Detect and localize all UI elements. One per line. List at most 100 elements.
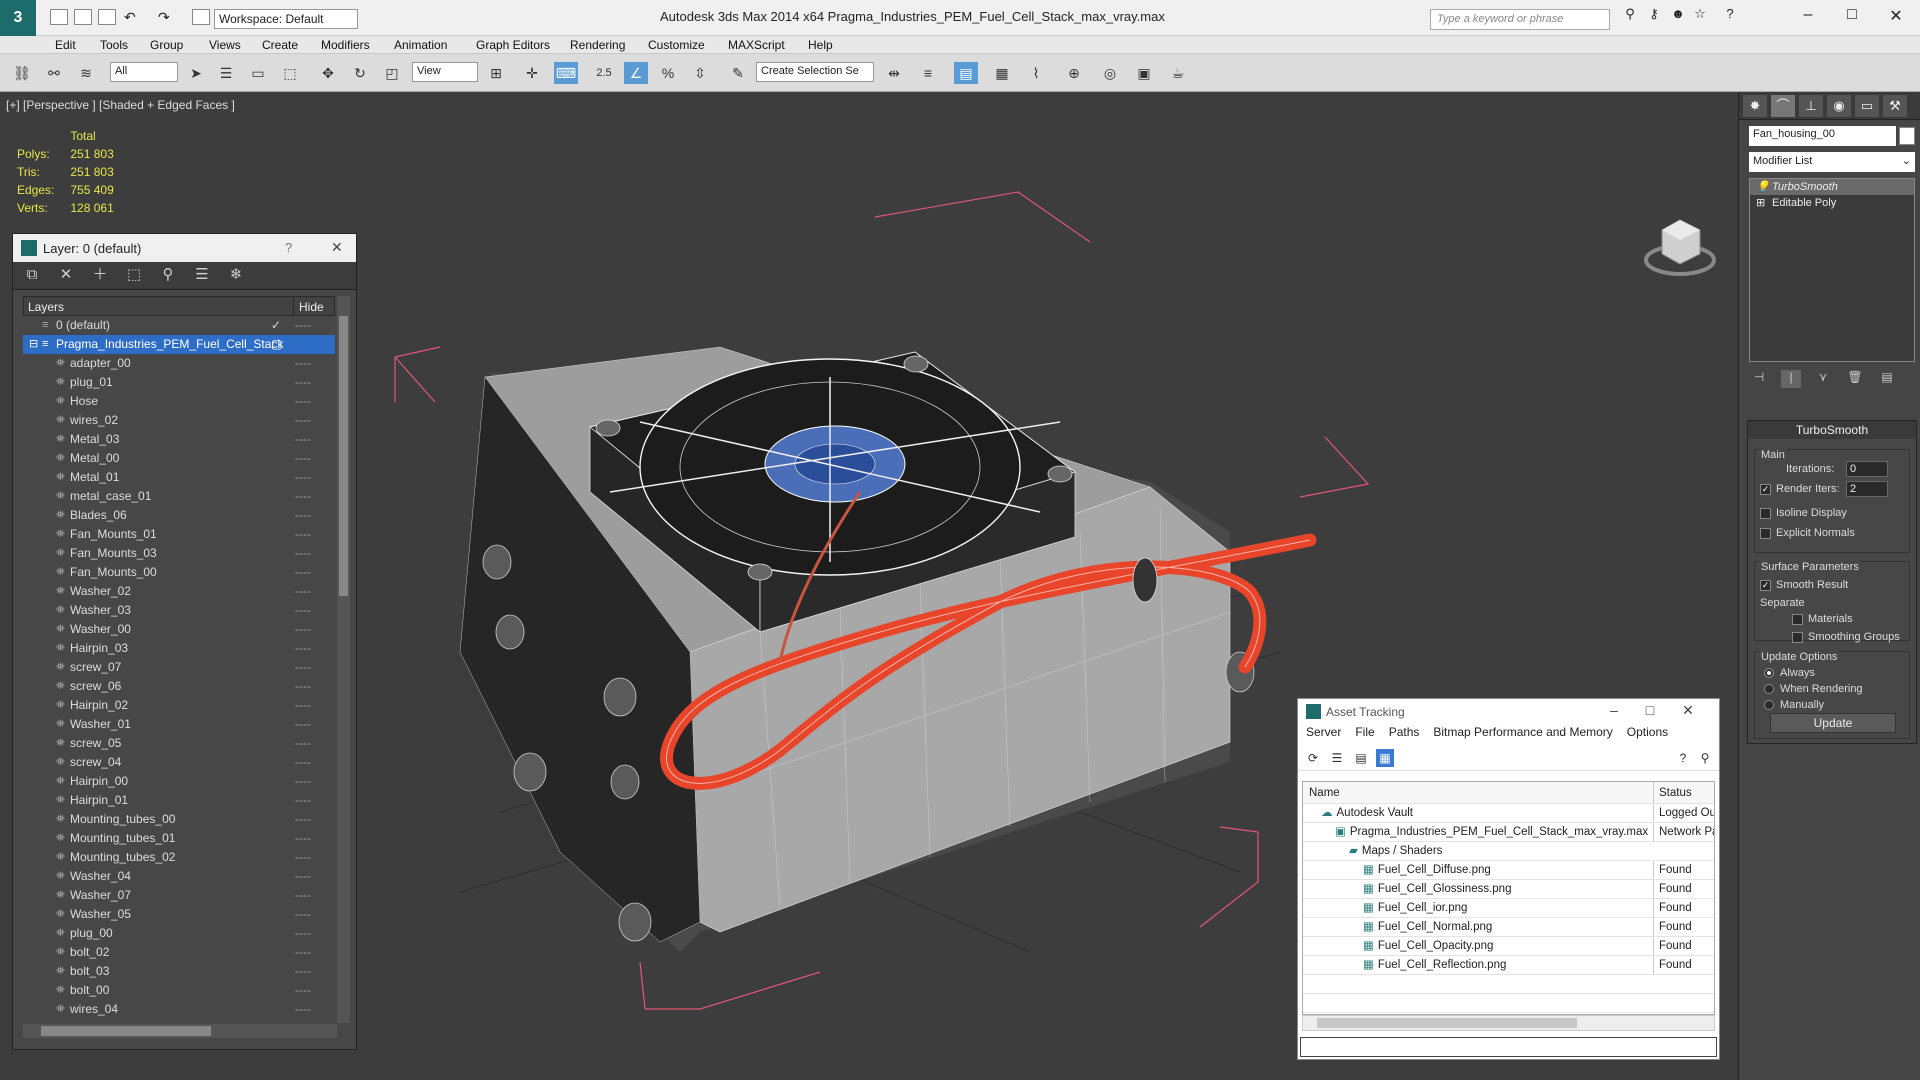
layer-row[interactable]: ⛯ Hose ---- — [23, 392, 335, 411]
spinner-snap-icon[interactable]: ⇳ — [688, 62, 712, 84]
maximize-button[interactable]: □ — [1640, 702, 1660, 718]
materials-checkbox[interactable]: Materials — [1792, 613, 1853, 625]
utilities-tab-icon[interactable]: ⚒ — [1883, 95, 1907, 117]
checkbox-checked[interactable]: ✓ — [1760, 579, 1771, 591]
layer-row[interactable]: ⛯ Washer_03 ---- — [23, 601, 335, 620]
hide-toggle[interactable]: ---- — [295, 943, 311, 962]
hide-toggle[interactable]: ---- — [295, 373, 311, 392]
select-by-name-icon[interactable]: ☰ — [214, 62, 238, 84]
layer-row[interactable]: ⛯ Fan_Mounts_01 ---- — [23, 525, 335, 544]
layers-column-header[interactable]: Layers — [28, 300, 64, 314]
pin-stack-icon[interactable]: ⊣ — [1749, 370, 1769, 388]
asset-tracking-titlebar[interactable]: Asset Tracking – □ ✕ — [1298, 699, 1719, 725]
edit-named-selection-icon[interactable]: ✎ — [726, 62, 750, 84]
hide-toggle[interactable]: ---- — [295, 639, 311, 658]
hide-toggle[interactable]: ---- — [295, 924, 311, 943]
modify-tab-icon[interactable]: ⌒ — [1771, 95, 1795, 117]
update-button[interactable]: Update — [1770, 713, 1896, 733]
hide-toggle[interactable]: ---- — [295, 430, 311, 449]
hide-toggle[interactable]: ---- — [295, 715, 311, 734]
scrollbar-thumb[interactable] — [1317, 1018, 1577, 1028]
render-iters-checkbox[interactable]: ✓ Render Iters: — [1760, 483, 1840, 495]
asset-row[interactable]: ▦ Fuel_Cell_Glossiness.png Found — [1303, 880, 1714, 899]
select-in-layer-icon[interactable]: ⬚ — [121, 264, 147, 288]
hide-toggle[interactable]: ---- — [295, 601, 311, 620]
undo-icon[interactable]: ↶ — [124, 9, 142, 25]
checkbox-unchecked[interactable] — [1760, 527, 1771, 539]
render-teapot-icon[interactable]: ☕ — [1166, 62, 1190, 84]
move-icon[interactable]: ✥ — [316, 62, 340, 84]
menu-create[interactable]: Create — [262, 38, 298, 52]
favorites-icon[interactable]: ☆ — [1688, 6, 1712, 28]
smooth-result-checkbox[interactable]: ✓ Smooth Result — [1760, 579, 1848, 591]
search-input[interactable]: Type a keyword or phrase — [1430, 9, 1610, 30]
current-layer-check-icon[interactable]: ✓ — [271, 316, 281, 335]
display-tab-icon[interactable]: ▭ — [1855, 95, 1879, 117]
key-icon[interactable]: ⚷ — [1642, 6, 1666, 28]
radio-unselected[interactable] — [1764, 684, 1774, 695]
menu-bitmap-performance[interactable]: Bitmap Performance and Memory — [1433, 725, 1612, 739]
radio-selected[interactable] — [1764, 668, 1774, 679]
mirror-icon[interactable]: ⇹ — [882, 62, 906, 84]
hide-toggle[interactable]: ---- — [295, 829, 311, 848]
redo-icon[interactable]: ↷ — [158, 9, 176, 25]
pin-icon[interactable]: ⚲ — [1696, 749, 1714, 767]
layer-row[interactable]: ⛯ Fan_Mounts_00 ---- — [23, 563, 335, 582]
remove-modifier-icon[interactable]: 🗑 — [1845, 370, 1865, 388]
layer-row[interactable]: ⛯ Hairpin_00 ---- — [23, 772, 335, 791]
layer-horizontal-scrollbar[interactable] — [23, 1024, 337, 1038]
hide-toggle[interactable]: ---- — [295, 392, 311, 411]
project-folder-icon[interactable] — [192, 9, 210, 25]
hide-toggle[interactable]: ---- — [295, 487, 311, 506]
close-button[interactable]: ✕ — [1884, 6, 1908, 28]
hide-toggle[interactable]: ---- — [295, 620, 311, 639]
hide-toggle[interactable]: ---- — [295, 962, 311, 981]
close-button[interactable]: ✕ — [1678, 702, 1698, 719]
checkbox-checked[interactable]: ✓ — [1760, 483, 1771, 495]
hide-toggle[interactable]: ---- — [295, 658, 311, 677]
hide-toggle[interactable]: ---- — [295, 848, 311, 867]
menu-modifiers[interactable]: Modifiers — [321, 38, 370, 52]
layer-row[interactable]: ⛯ Metal_01 ---- — [23, 468, 335, 487]
new-file-icon[interactable] — [50, 9, 68, 25]
hide-toggle[interactable]: ---- — [295, 563, 311, 582]
menu-group[interactable]: Group — [150, 38, 183, 52]
hide-toggle[interactable]: ---- — [295, 544, 311, 563]
layer-row[interactable]: ⛯ wires_04 ---- — [23, 1000, 335, 1016]
asset-row[interactable]: ▦ Fuel_Cell_Normal.png Found — [1303, 918, 1714, 937]
menu-views[interactable]: Views — [209, 38, 241, 52]
align-icon[interactable]: ≡ — [916, 62, 940, 84]
layer-row[interactable]: ⛯ Washer_00 ---- — [23, 620, 335, 639]
status-column-header[interactable]: Status — [1653, 782, 1714, 803]
layer-row[interactable]: ⛯ Fan_Mounts_03 ---- — [23, 544, 335, 563]
asset-row[interactable]: ▦ Fuel_Cell_Reflection.png Found — [1303, 956, 1714, 975]
layer-row[interactable]: ⛯ Mounting_tubes_00 ---- — [23, 810, 335, 829]
checkbox-unchecked[interactable] — [1760, 507, 1771, 519]
layer-row[interactable]: ⛯ Blades_06 ---- — [23, 506, 335, 525]
always-radio[interactable]: Always — [1764, 667, 1815, 679]
hide-toggle[interactable]: ---- — [295, 677, 311, 696]
snap-toggle-icon[interactable]: 2.5 — [592, 62, 616, 84]
isoline-checkbox[interactable]: Isoline Display — [1760, 507, 1847, 519]
hide-toggle[interactable]: ---- — [295, 810, 311, 829]
layer-row[interactable]: ⛯ Washer_04 ---- — [23, 867, 335, 886]
save-file-icon[interactable] — [98, 9, 116, 25]
layer-row[interactable]: ⛯ bolt_02 ---- — [23, 943, 335, 962]
menu-maxscript[interactable]: MAXScript — [728, 38, 785, 52]
layer-row-fuel-cell-stack[interactable]: ⊟ ≡ Pragma_Industries_PEM_Fuel_Cell_Stac… — [23, 335, 335, 354]
layer-row[interactable]: ⛯ Mounting_tubes_01 ---- — [23, 829, 335, 848]
layer-row[interactable]: ⛯ metal_case_01 ---- — [23, 487, 335, 506]
minimize-button[interactable]: – — [1796, 6, 1820, 28]
create-layer-icon[interactable]: ⧉ — [19, 264, 45, 288]
menu-tools[interactable]: Tools — [100, 38, 128, 52]
keyboard-shortcut-icon[interactable]: ⌨ — [554, 62, 578, 84]
hide-toggle[interactable]: ---- — [295, 354, 311, 373]
layer-row[interactable]: ⛯ Metal_03 ---- — [23, 430, 335, 449]
users-icon[interactable]: ☻ — [1666, 6, 1690, 28]
layer-row[interactable]: ⛯ adapter_00 ---- — [23, 354, 335, 373]
hide-toggle[interactable]: ---- — [295, 753, 311, 772]
rollout-title[interactable]: TurboSmooth — [1748, 421, 1916, 439]
app-menu-button[interactable]: 3 — [0, 0, 36, 36]
viewcube[interactable] — [1644, 219, 1716, 276]
make-unique-icon[interactable]: ⋎ — [1813, 370, 1833, 388]
